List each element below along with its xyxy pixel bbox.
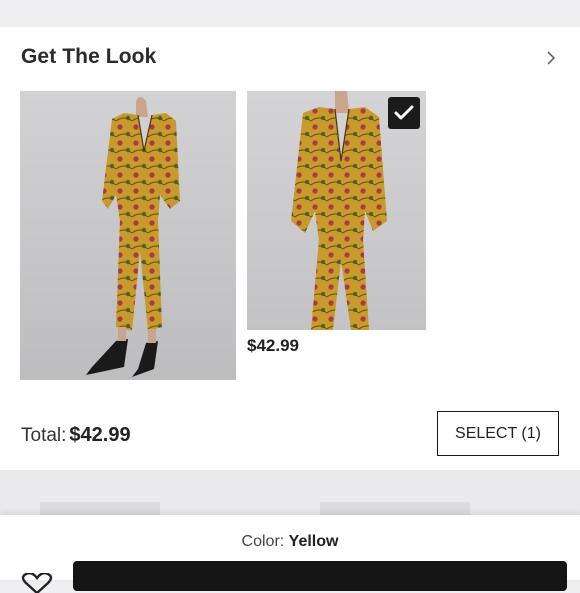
total-label: Total: (21, 425, 67, 446)
heart-icon[interactable] (20, 573, 54, 593)
total-value: $42.99 (69, 424, 131, 446)
placeholder-block (320, 502, 470, 516)
product-price: $42.99 (247, 336, 299, 355)
selected-color: Color: Yellow (0, 533, 580, 551)
selected-checkbox[interactable] (388, 97, 420, 129)
color-value: Yellow (288, 533, 339, 550)
chevron-right-icon[interactable] (543, 50, 559, 66)
total-summary: Total: $42.99 (21, 424, 131, 447)
checkmark-icon (394, 105, 414, 120)
placeholder-block (40, 502, 160, 516)
select-button[interactable]: SELECT (1) (437, 411, 559, 456)
product-image-full-look[interactable] (20, 91, 236, 380)
color-label: Color: (241, 533, 285, 550)
add-to-bag-button[interactable] (73, 561, 567, 591)
section-title: Get The Look (21, 45, 157, 68)
